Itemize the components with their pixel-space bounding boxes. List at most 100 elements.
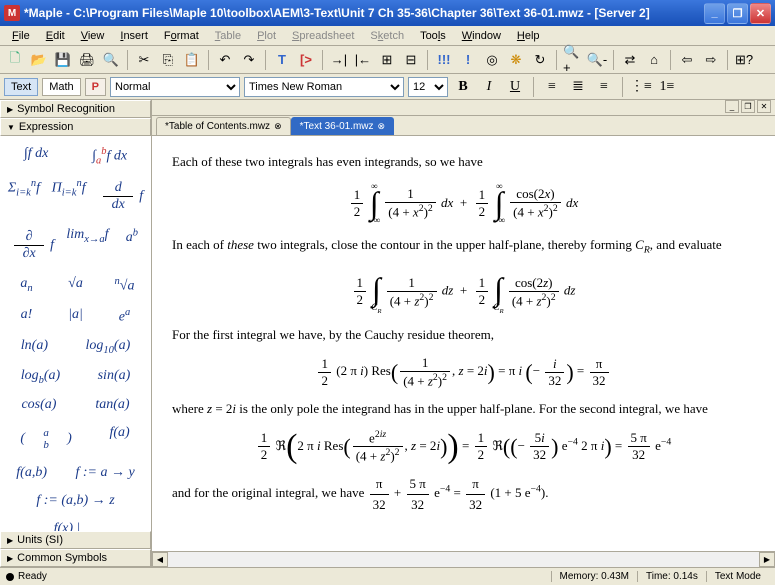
insert-text-button[interactable]: T	[271, 49, 293, 71]
menu-sketch[interactable]: Sketch	[362, 28, 412, 44]
toggle-button[interactable]: ⇄	[619, 49, 641, 71]
pal-abs[interactable]: |a|	[61, 305, 91, 328]
pal-limit[interactable]: limx→af	[62, 225, 112, 266]
menu-help[interactable]: Help	[509, 28, 548, 44]
section-out-button[interactable]: ⊟	[400, 49, 422, 71]
redo-button[interactable]: ↷	[238, 49, 260, 71]
align-right-button[interactable]: ≡	[593, 77, 615, 97]
palette-expression[interactable]: ▼Expression	[0, 118, 151, 136]
print-button[interactable]: 🖨	[76, 49, 98, 71]
scroll-left-button[interactable]: ◀	[152, 552, 168, 567]
pal-cos[interactable]: cos(a)	[17, 395, 60, 415]
pal-logb[interactable]: logb(a)	[17, 366, 64, 388]
menu-file[interactable]: File	[4, 28, 38, 44]
pal-exp[interactable]: ea	[110, 305, 140, 328]
palette-units[interactable]: ▶Units (SI)	[0, 531, 151, 549]
debug-button[interactable]: ❋	[505, 49, 527, 71]
section-in-button[interactable]: ⊞	[376, 49, 398, 71]
pal-log10[interactable]: log10(a)	[82, 336, 135, 358]
pal-tan[interactable]: tan(a)	[91, 395, 133, 415]
interrupt-button[interactable]: ◎	[481, 49, 503, 71]
cut-button[interactable]: ✂	[133, 49, 155, 71]
save-button[interactable]: 💾	[52, 49, 74, 71]
pal-partial[interactable]: ∂∂xf	[4, 225, 58, 266]
scroll-right-button[interactable]: ▶	[759, 552, 775, 567]
new-button[interactable]: 🗋	[4, 49, 26, 71]
pal-prod[interactable]: Πi=knf	[48, 176, 90, 217]
menu-plot[interactable]: Plot	[249, 28, 284, 44]
tab-text36[interactable]: *Text 36-01.mwz⊗	[291, 117, 394, 135]
close-button[interactable]: ✕	[750, 3, 771, 24]
size-select[interactable]: 12	[408, 77, 448, 97]
pal-func[interactable]: f(a)	[105, 423, 135, 455]
mdi-restore[interactable]: ❐	[741, 100, 755, 113]
restart-button[interactable]: ↻	[529, 49, 551, 71]
math-mode-button[interactable]: Math	[42, 78, 80, 96]
horizontal-scrollbar[interactable]: ◀ ▶	[152, 551, 775, 567]
pal-nroot[interactable]: n√a	[110, 274, 140, 297]
menu-table[interactable]: Table	[207, 28, 249, 44]
menu-tools[interactable]: Tools	[412, 28, 454, 44]
menu-spreadsheet[interactable]: Spreadsheet	[284, 28, 362, 44]
paste-button[interactable]: 📋	[181, 49, 203, 71]
pal-deriv[interactable]: ddxf	[93, 176, 147, 217]
menu-insert[interactable]: Insert	[112, 28, 156, 44]
palette-symbol-recognition[interactable]: ▶Symbol Recognition	[0, 100, 151, 118]
bold-button[interactable]: B	[452, 77, 474, 97]
home-button[interactable]: ⌂	[643, 49, 665, 71]
collapse-icon: ▶	[7, 105, 13, 114]
font-select[interactable]: Times New Roman	[244, 77, 404, 97]
execute-button[interactable]: !!!	[433, 49, 455, 71]
back-button[interactable]: ⇦	[676, 49, 698, 71]
tab-toc[interactable]: *Table of Contents.mwz⊗	[156, 117, 291, 135]
align-left-button[interactable]: ≡	[541, 77, 563, 97]
undo-button[interactable]: ↶	[214, 49, 236, 71]
mdi-minimize[interactable]: _	[725, 100, 739, 113]
copy-button[interactable]: ⎘	[157, 49, 179, 71]
pal-assign2[interactable]: f := (a,b) → z	[32, 491, 118, 511]
indent-button[interactable]: →|	[328, 49, 350, 71]
pal-int[interactable]: ∫f dx	[20, 144, 52, 168]
outdent-button[interactable]: |←	[352, 49, 374, 71]
palette-common-symbols[interactable]: ▶Common Symbols	[0, 549, 151, 567]
pal-binom[interactable]: (ab)	[16, 423, 75, 455]
zoomout-button[interactable]: 🔍-	[586, 49, 608, 71]
style-select[interactable]: Normal	[110, 77, 240, 97]
pal-power[interactable]: ab	[117, 225, 147, 266]
insert-prompt-button[interactable]: [>	[295, 49, 317, 71]
align-center-button[interactable]: ≣	[567, 77, 589, 97]
pal-sqrt[interactable]: √a	[61, 274, 91, 297]
pal-ln[interactable]: ln(a)	[17, 336, 52, 358]
pal-eval[interactable]: f(x) |x=a	[50, 519, 102, 531]
preview-button[interactable]: 🔍	[100, 49, 122, 71]
pal-defint[interactable]: ∫abf dx	[88, 144, 131, 168]
minimize-button[interactable]: _	[704, 3, 725, 24]
pal-sin[interactable]: sin(a)	[94, 366, 135, 388]
open-button[interactable]: 📂	[28, 49, 50, 71]
bullet-list-button[interactable]: ⋮≡	[630, 77, 652, 97]
pal-sum[interactable]: Σi=knf	[4, 176, 44, 217]
pal-sub[interactable]: an	[12, 274, 42, 297]
scroll-track[interactable]	[168, 552, 759, 567]
menu-view[interactable]: View	[73, 28, 113, 44]
menu-edit[interactable]: Edit	[38, 28, 73, 44]
pal-fact[interactable]: a!	[12, 305, 42, 328]
zoomin-button[interactable]: 🔍+	[562, 49, 584, 71]
close-icon[interactable]: ⊗	[274, 121, 282, 132]
execute-one-button[interactable]: !	[457, 49, 479, 71]
pal-assign1[interactable]: f := a → y	[72, 463, 139, 483]
menu-window[interactable]: Window	[454, 28, 509, 44]
close-icon[interactable]: ⊗	[378, 121, 386, 132]
number-list-button[interactable]: 1≡	[656, 77, 678, 97]
text-mode-button[interactable]: Text	[4, 78, 38, 96]
pal-f2[interactable]: f(a,b)	[12, 463, 51, 483]
paragraph-button[interactable]: P	[85, 78, 106, 96]
help-button[interactable]: ⊞?	[733, 49, 755, 71]
menu-format[interactable]: Format	[156, 28, 207, 44]
italic-button[interactable]: I	[478, 77, 500, 97]
forward-button[interactable]: ⇨	[700, 49, 722, 71]
underline-button[interactable]: U	[504, 77, 526, 97]
maximize-button[interactable]: ❐	[727, 3, 748, 24]
mdi-close[interactable]: ✕	[757, 100, 771, 113]
document-body[interactable]: Each of these two integrals has even int…	[152, 136, 775, 551]
